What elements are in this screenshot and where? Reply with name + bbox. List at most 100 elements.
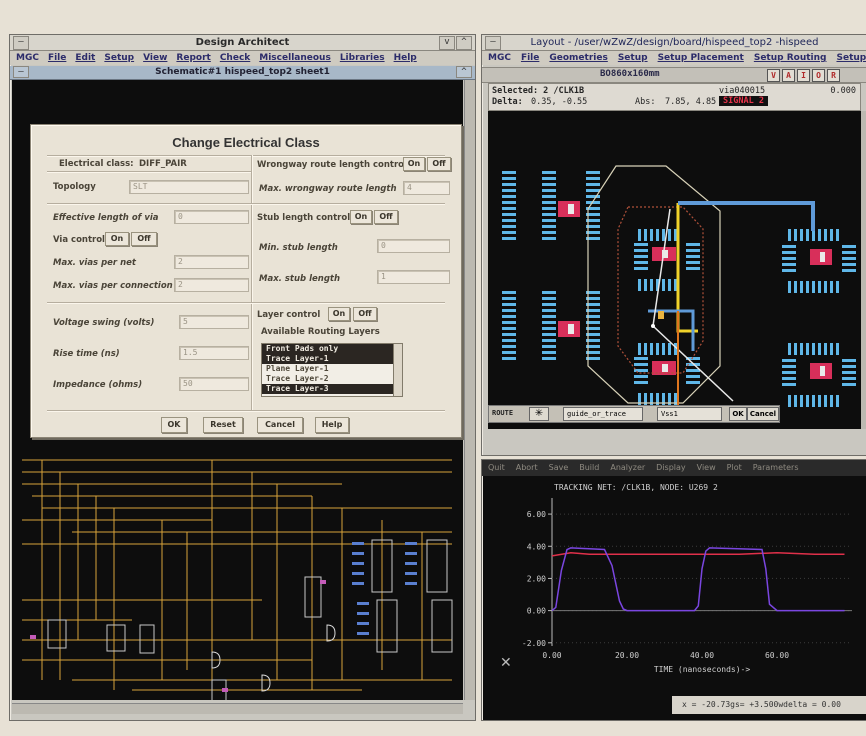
menu-item-check[interactable]: Check [220, 51, 250, 65]
window-menu-button[interactable]: – [13, 36, 29, 50]
minimize-button[interactable]: v [439, 36, 455, 50]
pcb-shape [634, 255, 648, 258]
menu-item-display[interactable]: Display [656, 460, 686, 476]
pcb-shape [800, 281, 803, 293]
window-titlebar[interactable]: Design Architect – v ^ [10, 35, 475, 51]
pcb-shape [634, 369, 648, 372]
pcb-shape [568, 324, 574, 334]
effective-length-field[interactable]: 0 [174, 210, 249, 224]
layer-name: Front Pads only [266, 344, 339, 353]
divider [47, 410, 445, 412]
schematic-hscrollbar[interactable] [12, 703, 463, 714]
toggle-i[interactable]: I [797, 69, 810, 82]
max-wrongway-length-field[interactable]: 4 [403, 181, 450, 195]
pcb-shape [662, 364, 668, 372]
pcb-shape [782, 245, 796, 248]
menu-item-geometries[interactable]: Geometries [549, 51, 607, 65]
menu-item-setup-routing[interactable]: Setup Routing [754, 51, 827, 65]
layers-scrollbar[interactable] [393, 343, 403, 397]
zoom-icon[interactable]: ✕ [500, 655, 512, 671]
menu-item-abort[interactable]: Abort [516, 460, 538, 476]
via-control-on-button[interactable]: On [105, 232, 129, 246]
routing-layers-list[interactable]: Front Pads only Trace Layer-1 Plane Laye… [261, 343, 395, 397]
menu-item-setup[interactable]: Setup [104, 51, 134, 65]
list-item[interactable]: Plane Layer-1 [262, 364, 394, 374]
toggle-r[interactable]: R [827, 69, 840, 82]
schematic-vscrollbar[interactable] [464, 80, 475, 700]
layer-control-off-button[interactable]: Off [353, 307, 377, 321]
add-icon[interactable]: ✳ [529, 407, 549, 421]
menu-item-setup-i[interactable]: Setup I [836, 51, 866, 65]
menu-item-edit[interactable]: Edit [75, 51, 95, 65]
via-control-off-button[interactable]: Off [131, 232, 157, 246]
pcb-shape [650, 343, 653, 355]
menu-item-parameters[interactable]: Parameters [753, 460, 799, 476]
toggle-a[interactable]: A [782, 69, 795, 82]
pcb-canvas[interactable]: ROUTE ✳ guide_or_trace Vss1 OK Cancel [488, 111, 861, 429]
toggle-o[interactable]: O [812, 69, 825, 82]
menu-item-mgc[interactable]: MGC [16, 51, 39, 65]
menu-item-view[interactable]: View [697, 460, 716, 476]
menu-item-save[interactable]: Save [549, 460, 569, 476]
list-item[interactable]: Front Pads only [262, 344, 394, 354]
pcb-vscrollbar[interactable] [861, 111, 866, 429]
stub-control-off-button[interactable]: Off [374, 210, 398, 224]
reset-button[interactable]: Reset [203, 417, 243, 433]
cancel-button[interactable]: Cancel [257, 417, 303, 433]
list-item[interactable]: Trace Layer-1 [262, 354, 394, 364]
menu-item-quit[interactable]: Quit [488, 460, 505, 476]
schematic-maximize-button[interactable]: ^ [456, 66, 472, 78]
net-select[interactable]: Vss1 [657, 407, 722, 421]
menu-item-setup-placement[interactable]: Setup Placement [658, 51, 744, 65]
stub-control-on-button[interactable]: On [350, 210, 372, 224]
pcb-shape [542, 207, 556, 210]
pcb-shape [782, 365, 796, 368]
x-tick-label: 40.00 [690, 651, 714, 660]
pcb-shape [686, 261, 700, 264]
max-stub-length-field[interactable]: 1 [377, 270, 450, 284]
menu-item-build[interactable]: Build [579, 460, 599, 476]
ok-button[interactable]: OK [161, 417, 187, 433]
window-titlebar[interactable]: Layout - /user/wZwZ/design/board/hispeed… [482, 35, 866, 51]
topology-field[interactable]: SLT [129, 180, 249, 194]
list-item[interactable]: Trace Layer-3 [262, 384, 394, 394]
menu-item-view[interactable]: View [143, 51, 167, 65]
pcb-shape [650, 279, 653, 291]
pcb-shape [662, 279, 665, 291]
pcb-shape [650, 229, 653, 241]
menu-item-help[interactable]: Help [394, 51, 417, 65]
cursor-readout: x = -20.73gs= +3.500wdelta = 0.00 [682, 700, 841, 709]
max-vias-per-connection-field[interactable]: 2 [174, 278, 249, 292]
series-line-1 [551, 551, 845, 557]
list-item[interactable]: Trace Layer-2 [262, 374, 394, 384]
max-stub-length-label: Max. stub length [259, 274, 341, 284]
min-stub-length-field[interactable]: 0 [377, 239, 450, 253]
menu-item-analyzer[interactable]: Analyzer [610, 460, 645, 476]
schematic-menu-button[interactable]: – [13, 66, 29, 78]
route-cancel-button[interactable]: Cancel [747, 407, 779, 421]
impedance-field[interactable]: 50 [179, 377, 249, 391]
menu-item-report[interactable]: Report [176, 51, 210, 65]
menu-item-mgc[interactable]: MGC [488, 51, 511, 65]
menu-item-setup[interactable]: Setup [618, 51, 648, 65]
wrongway-off-button[interactable]: Off [427, 157, 451, 171]
voltage-swing-field[interactable]: 5 [179, 315, 249, 329]
menu-item-libraries[interactable]: Libraries [340, 51, 385, 65]
route-mode-select[interactable]: guide_or_trace [563, 407, 643, 421]
menu-item-file[interactable]: File [521, 51, 539, 65]
help-button[interactable]: Help [315, 417, 349, 433]
maximize-button[interactable]: ^ [456, 36, 472, 50]
menu-item-file[interactable]: File [48, 51, 66, 65]
menu-item-miscellaneous[interactable]: Miscellaneous [259, 51, 331, 65]
layer-control-label: Layer control [257, 310, 321, 320]
window-menu-button[interactable]: – [485, 36, 501, 50]
wrongway-on-button[interactable]: On [403, 157, 425, 171]
pcb-shape [842, 377, 856, 380]
route-ok-button[interactable]: OK [729, 407, 747, 421]
menu-item-plot[interactable]: Plot [727, 460, 742, 476]
pcb-shape [502, 291, 516, 294]
layer-control-on-button[interactable]: On [328, 307, 350, 321]
rise-time-field[interactable]: 1.5 [179, 346, 249, 360]
max-vias-per-net-field[interactable]: 2 [174, 255, 249, 269]
toggle-v[interactable]: V [767, 69, 780, 82]
